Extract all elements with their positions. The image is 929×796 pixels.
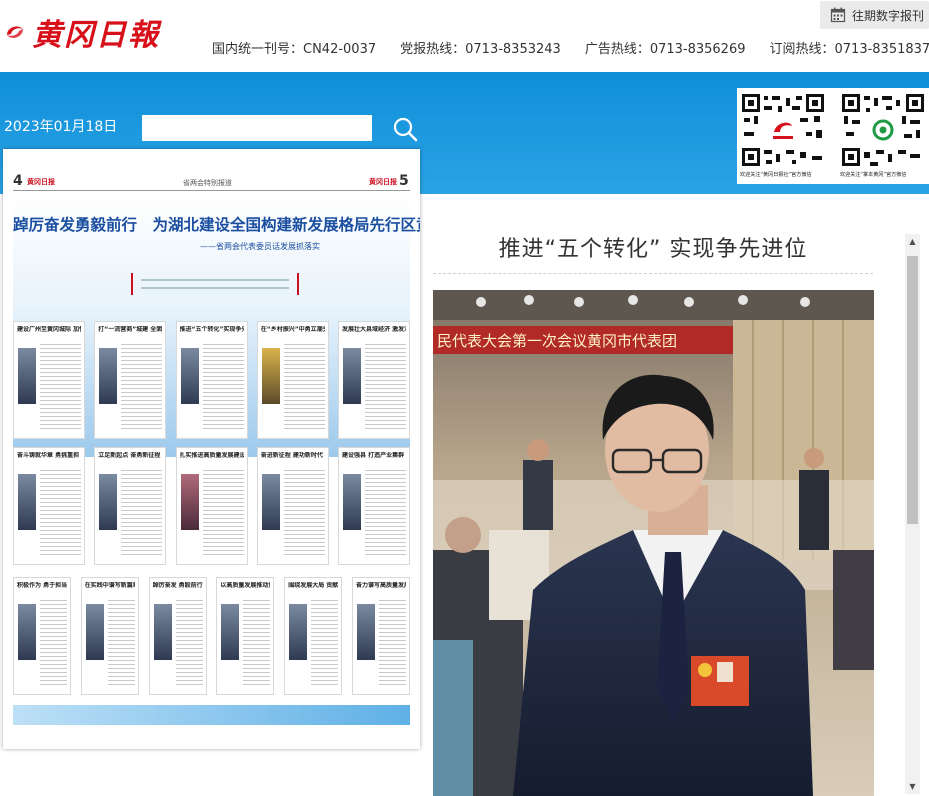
qr-code-2-icon — [840, 92, 926, 168]
story-block[interactable]: 积极作为 勇于担当 — [13, 577, 71, 695]
story-block[interactable]: 奋斗铸就华章 勇挑重担 — [13, 447, 85, 565]
qr-caption-2: 欢迎关注“掌本黄冈”官方微信 — [840, 171, 907, 178]
page-number-left: 4 — [13, 173, 23, 189]
page-footer-strip — [13, 705, 410, 725]
page-headline[interactable]: 踔厉奋发勇毅前行 为湖北建设全国构建新发展格局先行区贡献黄冈力量 — [13, 213, 420, 235]
story-block[interactable]: 在“乡村振兴”中勇立潮头 — [256, 321, 329, 439]
page-number-right: 5 — [399, 173, 409, 189]
page-header: 4 黄冈日报 省两会特别报道 黄冈日报 5 — [13, 169, 410, 191]
site-header: 黄冈日報 往期数字报刊 国内统一刊号：CN42-0037 党报热线：0713-8… — [0, 0, 929, 72]
scroll-down-arrow-icon[interactable]: ▼ — [905, 779, 920, 794]
newspaper-page[interactable]: 4 黄冈日报 省两会特别报道 黄冈日报 5 踔厉奋发勇毅前行 为湖北建设全国构建… — [3, 149, 420, 749]
page-subheadline: ——省两会代表委员话发展抓落实 — [200, 242, 320, 251]
story-block[interactable]: 以高质量发展推动黄冈建设 — [216, 577, 275, 695]
masthead-left: 黄冈日报 — [27, 178, 55, 186]
scroll-thumb[interactable] — [907, 256, 918, 524]
story-block[interactable]: 奋力谱写高质量发展篇章 — [351, 577, 410, 695]
qr-caption-1: 欢迎关注“黄冈日报社”官方微信 — [740, 171, 812, 178]
qr-code-1-icon — [740, 92, 826, 168]
lead-text-box — [131, 273, 299, 295]
story-block[interactable]: 奋进新征程 建功新时代 — [256, 447, 329, 565]
article-photo: 民代表大会第一次会议黄冈市代表团 — [433, 290, 874, 796]
article-scrollbar[interactable]: ▲ ▼ — [905, 234, 920, 794]
section-name: 省两会特别报道 — [183, 179, 232, 187]
story-row-3: 积极作为 勇于担当 在实践中谱写新篇章 踔厉奋发 勇毅前行 以高质量发展推动黄冈… — [13, 577, 410, 695]
party-hotline: 党报热线：0713-8353243 — [400, 42, 561, 57]
story-row-1: 建设广州至黄冈城际 加快主城崛起 打“一流营商”城建 全面优化营商环境 推进“五… — [13, 321, 410, 439]
story-block[interactable]: 建设强县 打造产业集群 — [338, 447, 410, 565]
story-block[interactable]: 立足新起点 奋勇新征程 — [94, 447, 167, 565]
article-title: 推进“五个转化” 实现争先进位 — [433, 232, 873, 274]
subscribe-hotline: 订阅热线：0713-8351837 — [769, 42, 929, 57]
story-block[interactable]: 围绕发展大局 贡献智慧 — [284, 577, 343, 695]
story-block[interactable]: 踔厉奋发 勇毅前行 — [148, 577, 207, 695]
calendar-icon — [830, 7, 846, 23]
qr-codes: 欢迎关注“黄冈日报社”官方微信 欢迎关注“掌本黄冈”官方微信 — [737, 88, 929, 184]
archive-button[interactable]: 往期数字报刊 — [820, 1, 929, 29]
story-block[interactable]: 建设广州至黄冈城际 加快主城崛起 — [13, 321, 85, 439]
hotline-row: 国内统一刊号：CN42-0037 党报热线：0713-8353243 广告热线：… — [212, 38, 929, 57]
delegate-photo-image: 民代表大会第一次会议黄冈市代表团 — [433, 290, 874, 796]
scroll-up-arrow-icon[interactable]: ▲ — [905, 234, 920, 249]
story-block[interactable]: 在实践中谱写新篇章 — [80, 577, 139, 695]
ad-hotline: 广告热线：0713-8356269 — [584, 42, 746, 57]
issue-date: 2023年01月18日 — [4, 119, 118, 135]
story-block[interactable]: 发展壮大县域经济 激发活力 — [338, 321, 410, 439]
issn-text: 国内统一刊号：CN42-0037 — [212, 42, 377, 57]
search-input[interactable] — [142, 115, 372, 141]
logo-swirl-icon — [7, 26, 23, 38]
logo-text: 黄冈日報 — [32, 18, 160, 53]
archive-label: 往期数字报刊 — [852, 8, 925, 23]
site-logo[interactable]: 黄冈日報 — [4, 10, 160, 54]
story-block[interactable]: 推进“五个转化”实现争先进位 — [175, 321, 248, 439]
masthead-right: 黄冈日报 — [369, 178, 397, 186]
story-block[interactable]: 扎实推进高质量发展建设产业集群 — [175, 447, 248, 565]
search-icon[interactable] — [392, 116, 418, 142]
story-row-2: 奋斗铸就华章 勇挑重担 立足新起点 奋勇新征程 扎实推进高质量发展建设产业集群 … — [13, 447, 410, 565]
photo-banner-text: 民代表大会第一次会议黄冈市代表团 — [437, 332, 677, 350]
article-panel: 推进“五个转化” 实现争先进位 — [433, 232, 873, 274]
story-block[interactable]: 打“一流营商”城建 全面优化营商环境 — [94, 321, 167, 439]
